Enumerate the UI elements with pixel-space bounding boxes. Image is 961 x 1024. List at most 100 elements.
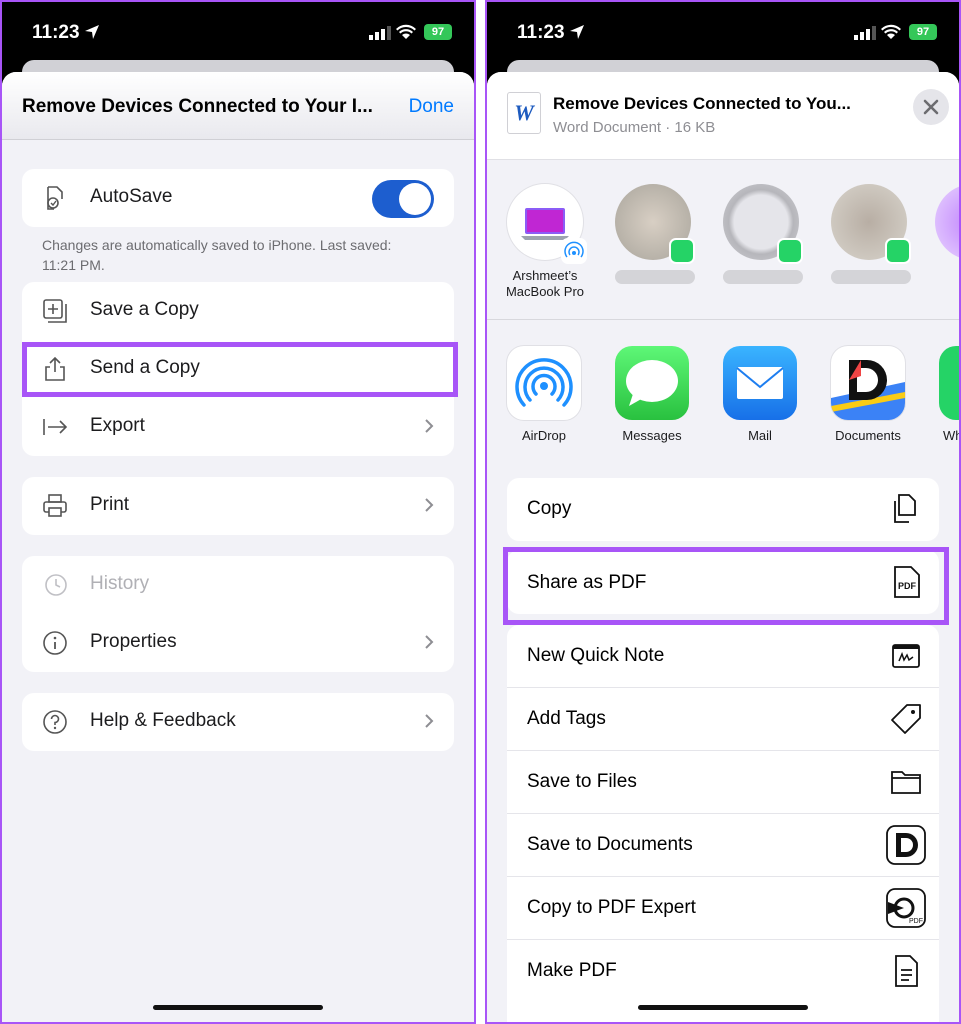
whatsapp-icon xyxy=(939,346,959,420)
blurred-contact-avatar xyxy=(615,184,695,264)
messages-icon xyxy=(615,346,689,420)
messages-app[interactable]: Messages xyxy=(615,346,689,443)
documents-app[interactable]: Documents xyxy=(831,346,905,443)
contact-suggestion[interactable] xyxy=(935,184,959,260)
save-to-files-label: Save to Files xyxy=(527,771,637,792)
info-icon xyxy=(43,631,67,655)
add-tags-label: Add Tags xyxy=(527,708,606,729)
cellular-signal-icon xyxy=(369,26,391,40)
properties-row[interactable]: Properties xyxy=(22,614,454,672)
done-button[interactable]: Done xyxy=(409,96,454,118)
help-feedback-row[interactable]: Help & Feedback xyxy=(22,693,454,751)
home-indicator xyxy=(153,1005,323,1010)
autosave-label: AutoSave xyxy=(90,186,173,207)
mail-app[interactable]: Mail xyxy=(723,346,797,443)
status-bar: 11:23 97 xyxy=(487,2,959,64)
blurred-contact-avatar xyxy=(935,184,959,260)
wifi-icon xyxy=(881,24,901,39)
whatsapp-label: Wh xyxy=(943,428,959,443)
status-time: 11:23 xyxy=(32,22,80,43)
copy-action[interactable]: Copy xyxy=(507,478,939,541)
whatsapp-app[interactable]: Wh xyxy=(939,346,959,443)
chevron-right-icon xyxy=(425,419,434,433)
question-icon xyxy=(43,710,67,734)
quick-note-icon xyxy=(892,644,920,668)
close-icon xyxy=(923,99,939,115)
close-button[interactable] xyxy=(913,89,949,125)
make-pdf-action[interactable]: Make PDF xyxy=(507,940,939,1003)
autosave-row: AutoSave xyxy=(22,169,454,227)
mail-label: Mail xyxy=(748,428,772,443)
new-quick-note-action[interactable]: New Quick Note xyxy=(507,625,939,688)
shared-document-title: Remove Devices Connected to You... xyxy=(553,94,851,113)
shared-document-subtitle: Word Document · 16 KB xyxy=(553,119,716,136)
print-row[interactable]: Print xyxy=(22,477,454,535)
airdrop-device-suggestion[interactable]: Arshmeet’s MacBook Pro xyxy=(506,184,587,300)
copy-to-pdf-expert-action[interactable]: Copy to PDF Expert PDF xyxy=(507,877,939,940)
save-a-copy-label: Save a Copy xyxy=(90,299,199,320)
save-to-files-action[interactable]: Save to Files xyxy=(507,751,939,814)
autosave-card: AutoSave xyxy=(22,169,454,227)
contact-suggestion[interactable] xyxy=(723,184,803,284)
autosave-toggle[interactable] xyxy=(372,180,434,218)
add-tags-action[interactable]: Add Tags xyxy=(507,688,939,751)
new-quick-note-label: New Quick Note xyxy=(527,645,665,666)
airdrop-device-name: Arshmeet’s MacBook Pro xyxy=(505,268,585,299)
macbook-avatar xyxy=(507,184,587,264)
save-a-copy-row[interactable]: Save a Copy xyxy=(22,282,454,340)
save-copy-icon xyxy=(43,299,67,323)
mail-icon xyxy=(723,346,797,420)
battery-indicator: 97 xyxy=(909,24,937,40)
properties-label: Properties xyxy=(90,631,177,652)
share-as-pdf-highlight xyxy=(503,547,949,625)
copy-icon xyxy=(894,494,916,523)
help-feedback-label: Help & Feedback xyxy=(90,710,236,731)
airdrop-label: AirDrop xyxy=(521,428,567,443)
blurred-contact-avatar xyxy=(723,184,803,264)
export-row[interactable]: Export xyxy=(22,398,454,456)
print-label: Print xyxy=(90,494,130,515)
pdf-expert-glyph: PDF xyxy=(909,918,923,925)
blurred-contact-name xyxy=(831,270,911,284)
whatsapp-badge-icon xyxy=(669,238,695,264)
contact-suggestion[interactable] xyxy=(831,184,911,284)
whatsapp-badge-icon xyxy=(777,238,803,264)
home-indicator xyxy=(638,1005,808,1010)
status-time: 11:23 xyxy=(517,22,565,43)
blurred-contact-name xyxy=(615,270,695,284)
location-arrow-icon xyxy=(570,25,584,39)
save-to-documents-label: Save to Documents xyxy=(527,834,693,855)
save-to-documents-action[interactable]: Save to Documents xyxy=(507,814,939,877)
printer-icon xyxy=(43,494,67,517)
cellular-signal-icon xyxy=(854,26,876,40)
airdrop-app[interactable]: AirDrop xyxy=(507,346,581,443)
share-sheet: W Remove Devices Connected to You... Wor… xyxy=(487,72,959,1022)
document-icon xyxy=(895,955,918,987)
word-file-menu-screen: 11:23 97 Remove Devices Connected to You… xyxy=(0,0,476,1024)
battery-indicator: 97 xyxy=(424,24,452,40)
app-share-row: AirDrop Messages Mail Documents W xyxy=(487,322,959,462)
whatsapp-badge-icon xyxy=(885,238,911,264)
word-document-icon: W xyxy=(507,92,541,134)
location-arrow-icon xyxy=(85,25,99,39)
share-header: W Remove Devices Connected to You... Wor… xyxy=(487,72,959,160)
print-card: Print xyxy=(22,477,454,535)
file-menu-sheet: Remove Devices Connected to Your I... Do… xyxy=(2,72,474,1022)
make-pdf-label: Make PDF xyxy=(527,960,617,981)
messages-label: Messages xyxy=(622,428,682,443)
documents-icon xyxy=(886,825,926,865)
share-sheet-screen: 11:23 97 W Remove Devices Connected to Y… xyxy=(485,0,961,1024)
people-suggestions-row: Arshmeet’s MacBook Pro xyxy=(487,160,959,320)
export-arrow-icon xyxy=(43,419,68,435)
copy-to-pdf-expert-label: Copy to PDF Expert xyxy=(527,897,696,918)
history-row: History xyxy=(22,556,454,614)
contact-suggestion[interactable] xyxy=(615,184,695,284)
folder-icon xyxy=(891,771,921,794)
wifi-icon xyxy=(396,24,416,39)
blurred-contact-name xyxy=(723,270,803,284)
export-label: Export xyxy=(90,415,145,436)
chevron-right-icon xyxy=(425,498,434,512)
autosave-note: Changes are automatically saved to iPhon… xyxy=(42,237,392,273)
pdf-expert-icon: PDF xyxy=(886,888,926,928)
airdrop-badge xyxy=(561,238,587,264)
